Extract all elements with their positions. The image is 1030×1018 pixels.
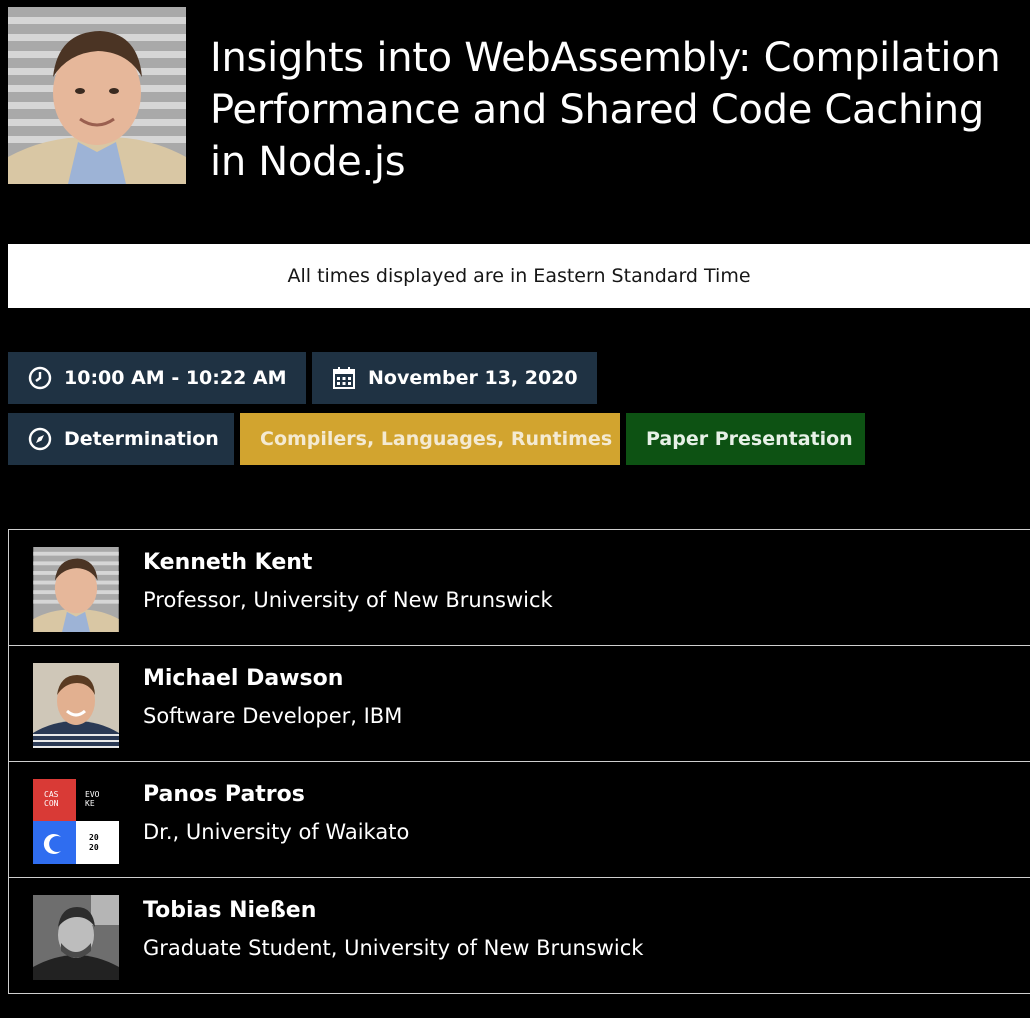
speaker-list: Kenneth Kent Professor, University of Ne… [8,529,1030,994]
session-hero-photo [8,7,186,184]
topic-chip[interactable]: Compilers, Languages, Runtimes [240,413,620,465]
logo-text-year-1: 20 [89,833,99,842]
logo-text-con: CON [44,799,59,808]
speaker-role: Graduate Student, University of New Brun… [143,936,644,960]
logo-text-ke: KE [85,799,95,808]
speaker-role: Dr., University of Waikato [143,820,410,844]
track-label: Determination [64,428,219,450]
speaker-avatar [33,547,119,632]
speaker-avatar [33,895,119,980]
compass-icon [28,427,52,451]
timezone-notice: All times displayed are in Eastern Stand… [8,244,1030,308]
clock-icon [28,366,52,390]
session-type-chip[interactable]: Paper Presentation [626,413,865,465]
speaker-card[interactable]: Kenneth Kent Professor, University of Ne… [8,529,1030,646]
speaker-name[interactable]: Kenneth Kent [143,550,312,575]
date-chip: November 13, 2020 [312,352,597,404]
speaker-role: Professor, University of New Brunswick [143,588,553,612]
logo-text-year-2: 20 [89,843,99,852]
speaker-card[interactable]: CAS CON EVO KE 20 20 Panos Patros Dr., U… [8,761,1030,878]
calendar-icon [332,366,356,390]
session-date: November 13, 2020 [368,367,578,389]
cascon-logo: CAS CON EVO KE 20 20 [33,779,119,864]
logo-text-evo: EVO [85,790,100,799]
session-title: Insights into WebAssembly: Compilation P… [210,35,1001,185]
time-chip: 10:00 AM - 10:22 AM [8,352,306,404]
speaker-card[interactable]: Michael Dawson Software Developer, IBM [8,645,1030,762]
speaker-avatar [33,663,119,748]
logo-text-cas: CAS [44,790,59,799]
track-chip[interactable]: Determination [8,413,234,465]
time-range: 10:00 AM - 10:22 AM [64,367,287,389]
speaker-name[interactable]: Tobias Nießen [143,898,316,923]
speaker-card[interactable]: Tobias Nießen Graduate Student, Universi… [8,877,1030,994]
speaker-name[interactable]: Michael Dawson [143,666,343,691]
speaker-role: Software Developer, IBM [143,704,403,728]
speaker-name[interactable]: Panos Patros [143,782,305,807]
